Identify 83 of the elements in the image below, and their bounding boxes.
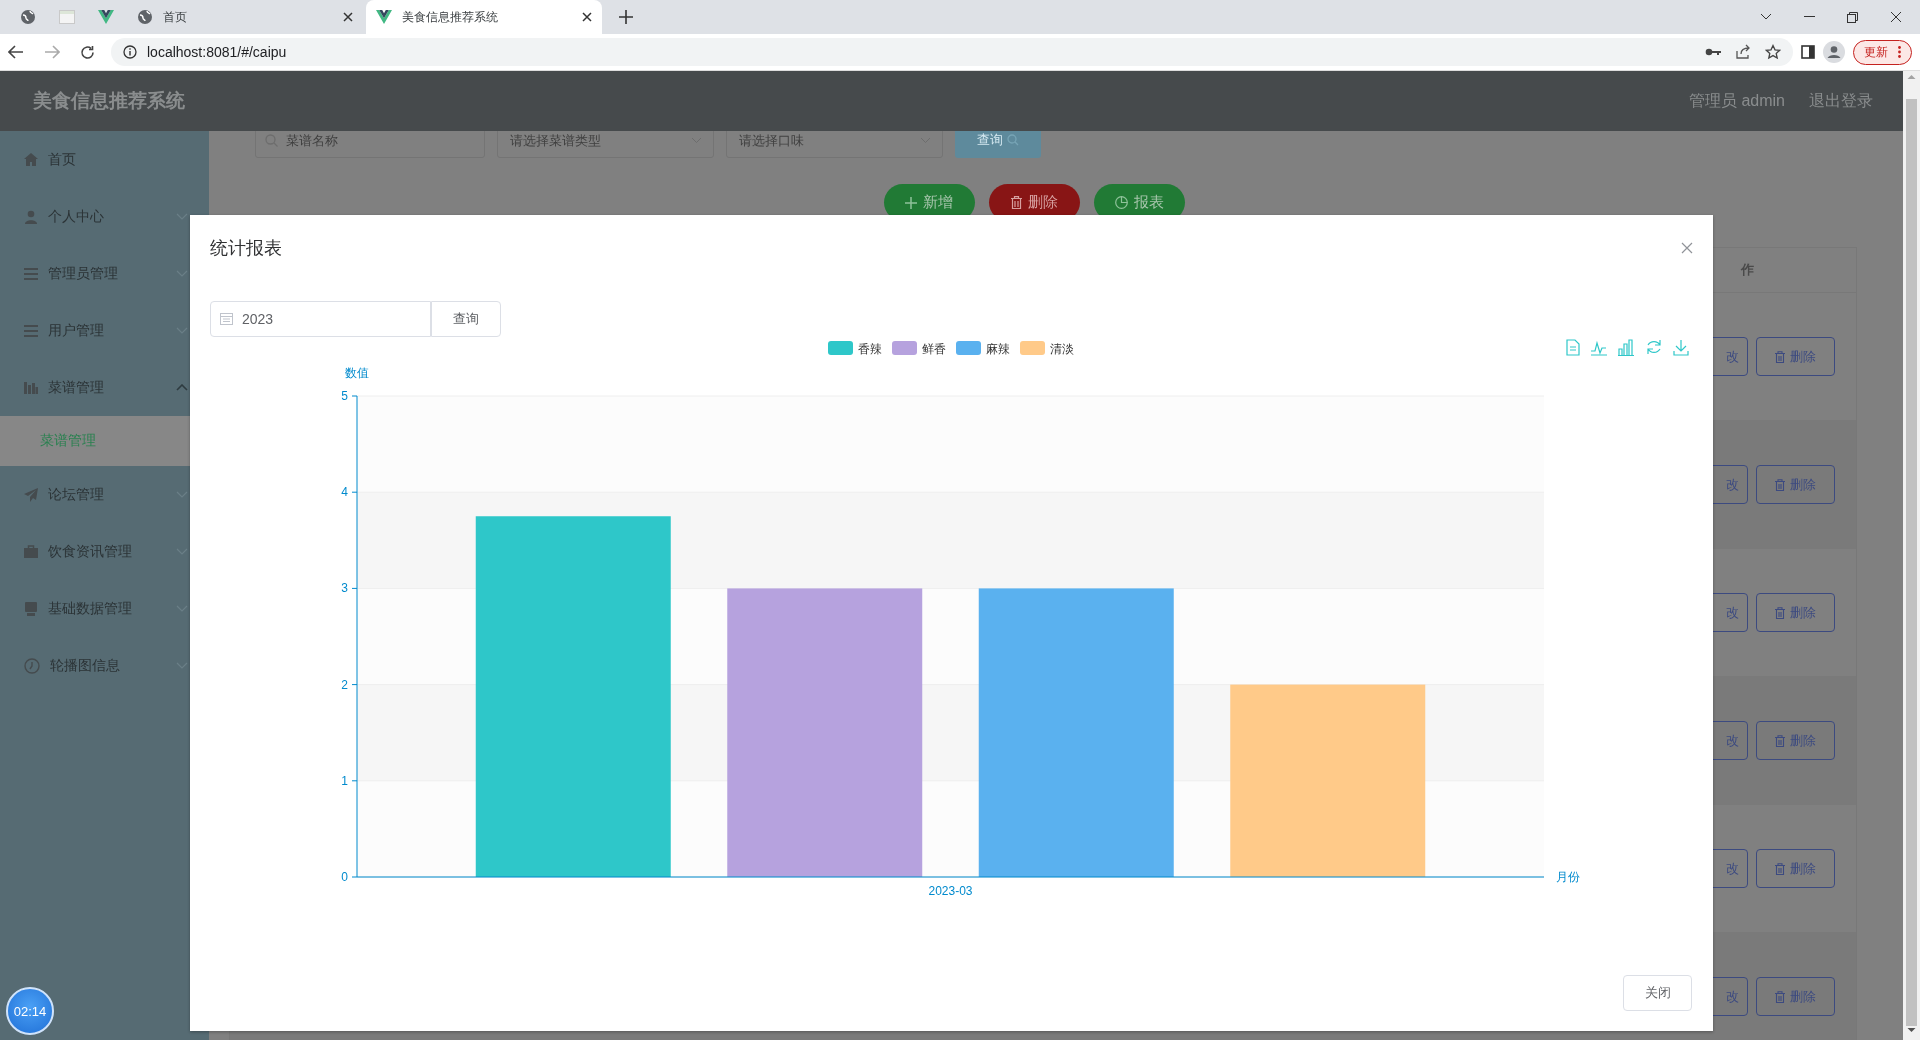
legend-item[interactable]: 鲜香 <box>892 341 946 356</box>
search-button[interactable]: 查询 <box>955 131 1041 158</box>
list-icon <box>24 324 38 337</box>
star-icon[interactable] <box>1765 44 1781 60</box>
profile-icon[interactable] <box>1823 41 1845 63</box>
menu-item[interactable]: 首页 <box>0 131 209 188</box>
trash-icon <box>1775 734 1785 747</box>
year-picker[interactable]: 2023 <box>210 301 431 337</box>
more-icon <box>1898 46 1901 58</box>
axis-tick-label: 2 <box>341 677 348 692</box>
page-icon <box>59 10 75 24</box>
vue-icon <box>376 10 392 24</box>
user-name: 管理员 admin <box>1688 90 1785 111</box>
close-icon[interactable] <box>343 12 353 22</box>
trash-icon <box>1010 196 1022 209</box>
trash-icon <box>1775 350 1785 363</box>
search-field[interactable]: 菜谱名称 <box>255 131 485 158</box>
update-button[interactable]: 更新 <box>1853 39 1912 65</box>
globe-icon <box>20 9 36 25</box>
delete-button[interactable]: 删除 <box>1756 721 1835 760</box>
list-icon <box>24 267 38 280</box>
side-panel-icon[interactable] <box>1801 45 1815 59</box>
info-icon <box>123 45 137 59</box>
vue-icon <box>98 10 114 24</box>
axis-tick-label: 4 <box>341 485 348 500</box>
plus-icon <box>905 196 917 209</box>
url-text: localhost:8081/#/caipu <box>147 44 287 60</box>
scrollbar-thumb[interactable] <box>1906 98 1917 1027</box>
monitor-icon <box>24 601 38 616</box>
axis-tick-label: 5 <box>341 389 348 403</box>
axis-tick-label: 3 <box>341 581 348 596</box>
query-button[interactable]: 查询 <box>431 301 501 337</box>
briefcase-icon <box>24 545 38 558</box>
axis-title: 月份 <box>1556 870 1580 884</box>
trash-icon <box>1775 990 1785 1003</box>
calendar-icon <box>220 312 233 325</box>
app-title: 美食信息推荐系统 <box>33 89 185 113</box>
minimize-icon[interactable] <box>1804 16 1815 18</box>
close-button[interactable]: 关闭 <box>1623 975 1692 1011</box>
chevron-down-icon[interactable] <box>1760 13 1772 21</box>
restore-icon[interactable] <box>1847 11 1858 23</box>
search-icon <box>1007 134 1019 146</box>
menu-item[interactable]: 轮播图信息 <box>0 637 209 694</box>
back-icon[interactable] <box>8 45 24 59</box>
legend-label: 清淡 <box>1050 341 1074 356</box>
person-icon <box>24 209 38 224</box>
logout-link[interactable]: 退出登录 <box>1809 90 1873 112</box>
delete-button[interactable]: 删除 <box>1756 977 1835 1016</box>
legend-item[interactable]: 麻辣 <box>956 341 1010 356</box>
clock-icon <box>24 657 40 674</box>
legend-label: 鲜香 <box>922 341 946 356</box>
menu-item[interactable]: 个人中心 <box>0 188 209 245</box>
browser-tab[interactable]: 首页 <box>127 0 363 34</box>
select-field[interactable]: 请选择菜谱类型 <box>497 131 714 158</box>
browser-tab[interactable]: 美食信息推荐系统 <box>366 0 602 34</box>
axis-category-label: 2023-03 <box>928 884 973 898</box>
globe-icon <box>137 9 153 25</box>
pie-chart-icon <box>1114 196 1128 209</box>
legend-label: 麻辣 <box>986 341 1010 356</box>
delete-button[interactable]: 删除 <box>1756 593 1835 632</box>
trash-icon <box>1775 606 1785 619</box>
paper-plane-icon <box>24 487 38 502</box>
axis-tick-label: 1 <box>341 773 348 788</box>
home-icon <box>24 153 38 166</box>
axis-tick-label: 0 <box>341 870 348 884</box>
axis-title: 数值 <box>345 366 369 380</box>
legend-item[interactable]: 香辣 <box>828 341 882 356</box>
close-icon[interactable] <box>1890 11 1902 23</box>
reload-icon[interactable] <box>80 44 95 60</box>
delete-button[interactable]: 删除 <box>1756 337 1835 376</box>
delete-button[interactable]: 删除 <box>1756 849 1835 888</box>
share-icon[interactable] <box>1735 44 1751 60</box>
key-icon[interactable] <box>1705 48 1721 56</box>
legend-label: 香辣 <box>858 341 882 356</box>
address-bar[interactable]: localhost:8081/#/caipu <box>111 38 1793 66</box>
new-tab-icon[interactable] <box>619 10 633 24</box>
close-icon[interactable] <box>582 12 592 22</box>
bar-chart-icon <box>24 381 38 394</box>
trash-icon <box>1775 862 1785 875</box>
legend-item[interactable]: 清淡 <box>1020 341 1074 356</box>
delete-button[interactable]: 删除 <box>1756 465 1835 504</box>
trash-icon <box>1775 478 1785 491</box>
dialog-title: 统计报表 <box>210 237 282 260</box>
